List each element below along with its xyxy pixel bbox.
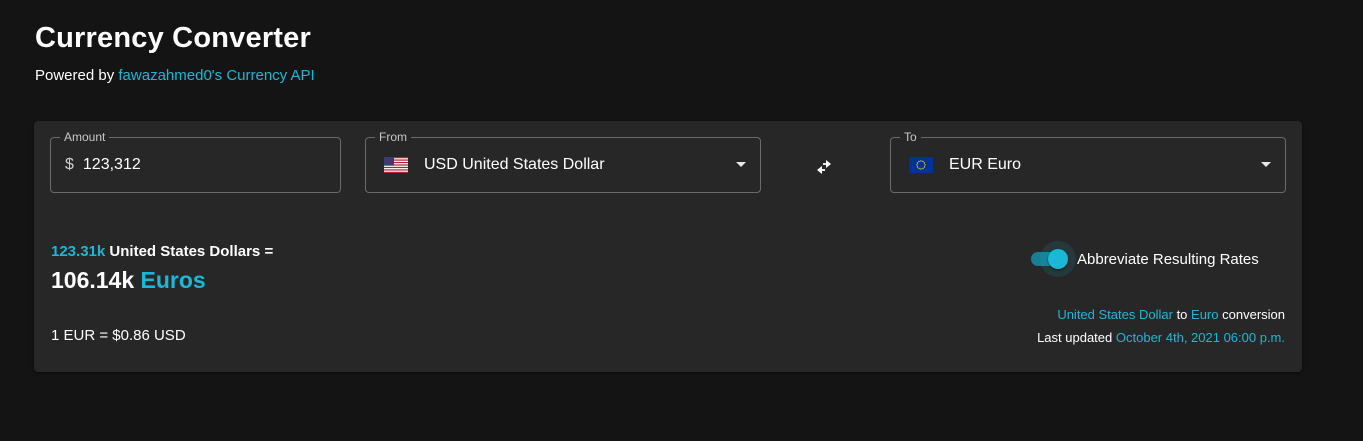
exchange-rate: 1 EUR = $0.86 USD [51,327,186,344]
conversion-info: United States Dollar to Euro conversion [1057,307,1285,322]
to-currency-code: EUR [949,156,983,173]
chevron-down-icon [736,162,746,167]
to-word: to [1176,307,1188,322]
from-currency-code: USD [424,156,458,173]
updated-date: October 4th, 2021 06:00 p.m. [1115,330,1285,345]
conversion-word: conversion [1222,307,1285,322]
conversion-result: 106.14k Euros [51,267,206,294]
swap-arrows-icon [817,160,831,174]
input-currency-text: United States Dollars = [109,243,274,260]
toggle-switch[interactable] [1028,241,1076,277]
updated-prefix: Last updated [1037,330,1113,345]
page-title: Currency Converter [35,22,311,54]
from-currency-select[interactable]: From USD United States Dollar [365,130,761,193]
eu-flag-icon [909,157,933,173]
output-currency: Euros [140,267,206,293]
output-amount: 106.14k [51,267,135,293]
toggle-label: Abbreviate Resulting Rates [1077,250,1259,268]
to-currency-link[interactable]: Euro [1191,307,1218,322]
input-amount: 123.31k [51,243,106,260]
us-flag-icon [384,157,408,173]
last-updated: Last updated October 4th, 2021 06:00 p.m… [1037,330,1285,345]
from-currency-name: United States Dollar [462,156,605,173]
to-currency-select[interactable]: To EUR Euro [890,130,1286,193]
chevron-down-icon [1261,162,1271,167]
abbreviate-toggle[interactable]: Abbreviate Resulting Rates [1028,241,1259,277]
currency-symbol: $ [65,156,74,173]
powered-by-prefix: Powered by [35,67,115,84]
converter-card: Amount $ 123,312 From USD United States … [34,121,1302,372]
toggle-thumb[interactable] [1048,249,1068,269]
amount-field[interactable]: Amount $ 123,312 [50,130,341,193]
to-currency-name: Euro [987,156,1022,173]
powered-by: Powered by fawazahmed0's Currency API [35,67,315,84]
from-currency-link[interactable]: United States Dollar [1057,307,1173,322]
api-link[interactable]: fawazahmed0's Currency API [118,67,314,84]
input-summary: 123.31k United States Dollars = [51,243,273,260]
swap-currencies-button[interactable] [812,155,836,179]
amount-input[interactable]: 123,312 [83,156,141,174]
